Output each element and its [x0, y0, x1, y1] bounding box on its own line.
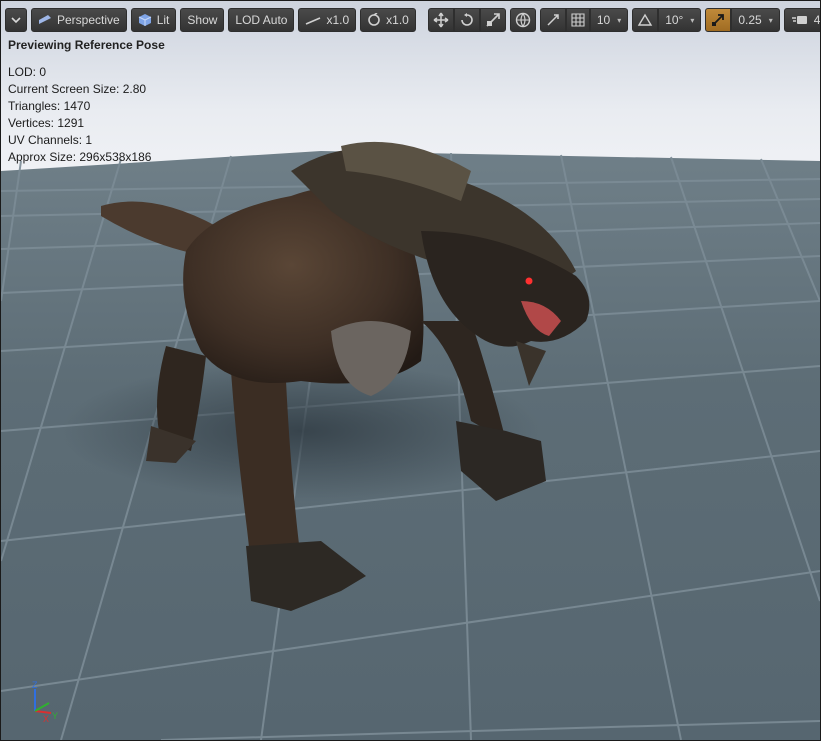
surface-snap-icon [547, 14, 559, 26]
transform-tools [427, 8, 506, 32]
animation-viewport[interactable]: Perspective Lit Show LOD Auto x1.0 x1.0 [0, 0, 821, 741]
move-icon [433, 12, 449, 28]
axis-gizmo-icon: Z X Y [32, 680, 58, 723]
angle-snap-tools: 10° ▾ [632, 8, 702, 32]
rotate-tool-icon [461, 13, 473, 26]
viewport-scene[interactable] [1, 1, 820, 740]
angle-snap-value: 10° [665, 13, 684, 27]
chevron-down-icon [11, 17, 21, 24]
grid-snap-value-button[interactable]: 10 ▾ [589, 8, 629, 32]
show-button[interactable]: Show [180, 8, 225, 32]
surface-snap-button[interactable] [539, 8, 566, 32]
viewport-options-button[interactable] [5, 8, 27, 32]
axis-label-y: Y [52, 711, 58, 721]
perspective-button[interactable]: Perspective [31, 8, 127, 32]
grid-snap-toggle[interactable] [565, 8, 590, 32]
slope-icon [306, 17, 321, 25]
lod-button[interactable]: LOD Auto [228, 8, 295, 32]
scale-tool-button[interactable] [479, 8, 506, 32]
lit-label: Lit [156, 13, 170, 27]
globe-icon [515, 12, 531, 28]
perspective-label: Perspective [57, 13, 120, 27]
scale-icon [486, 13, 500, 27]
angle-icon [637, 13, 653, 26]
axis-label-x: X [43, 714, 49, 723]
angle-snap-value-button[interactable]: 10° ▾ [658, 8, 702, 32]
show-label: Show [187, 13, 218, 27]
angle-snap-toggle[interactable] [632, 8, 659, 32]
stat-screen-size: Current Screen Size: 2.80 [8, 82, 147, 96]
viewport-toolbar: Perspective Lit Show LOD Auto x1.0 x1.0 [5, 8, 821, 32]
playback-speed-button[interactable]: x1.0 [298, 8, 357, 32]
camera-speed-value: 4 [813, 13, 821, 27]
playback-speed-label: x1.0 [326, 13, 350, 27]
lod-label: LOD Auto [235, 13, 288, 27]
rotate-icon [368, 13, 380, 26]
lit-cube-icon [138, 14, 151, 26]
turntable-speed-label: x1.0 [386, 13, 409, 27]
view-mode-button[interactable]: Lit [130, 8, 177, 32]
scale-snap-tools: 0.25 ▾ [705, 8, 780, 32]
translate-tool-button[interactable] [427, 8, 454, 32]
chevron-down-icon: ▾ [617, 15, 622, 25]
stat-approx-size: Approx Size: 296x538x186 [8, 150, 152, 164]
chevron-down-icon: ▾ [690, 15, 695, 25]
creature-eye [525, 277, 533, 285]
stat-lod: LOD: 0 [8, 65, 47, 79]
camera-speed-button[interactable]: 4 [783, 8, 821, 32]
scale-snap-value-button[interactable]: 0.25 ▾ [731, 8, 780, 32]
chevron-down-icon: ▾ [768, 15, 773, 25]
scale-snap-icon [712, 14, 725, 26]
scale-snap-toggle[interactable] [705, 8, 732, 32]
camera-speed-icon [791, 16, 807, 24]
stat-uv-channels: UV Channels: 1 [8, 133, 93, 147]
grid-icon [571, 13, 585, 27]
coordinate-system-button[interactable] [509, 8, 536, 32]
rotate-tool-button[interactable] [453, 8, 480, 32]
stat-vertices: Vertices: 1291 [8, 116, 85, 130]
grid-snap-value: 10 [596, 13, 611, 27]
preview-status-text: Previewing Reference Pose [8, 38, 165, 52]
camera-perspective-icon [39, 15, 51, 24]
axis-label-z: Z [32, 680, 38, 690]
turntable-speed-button[interactable]: x1.0 [360, 8, 416, 32]
stat-triangles: Triangles: 1470 [8, 99, 91, 113]
snap-tools: 10 ▾ [539, 8, 629, 32]
scale-snap-value: 0.25 [738, 13, 762, 27]
